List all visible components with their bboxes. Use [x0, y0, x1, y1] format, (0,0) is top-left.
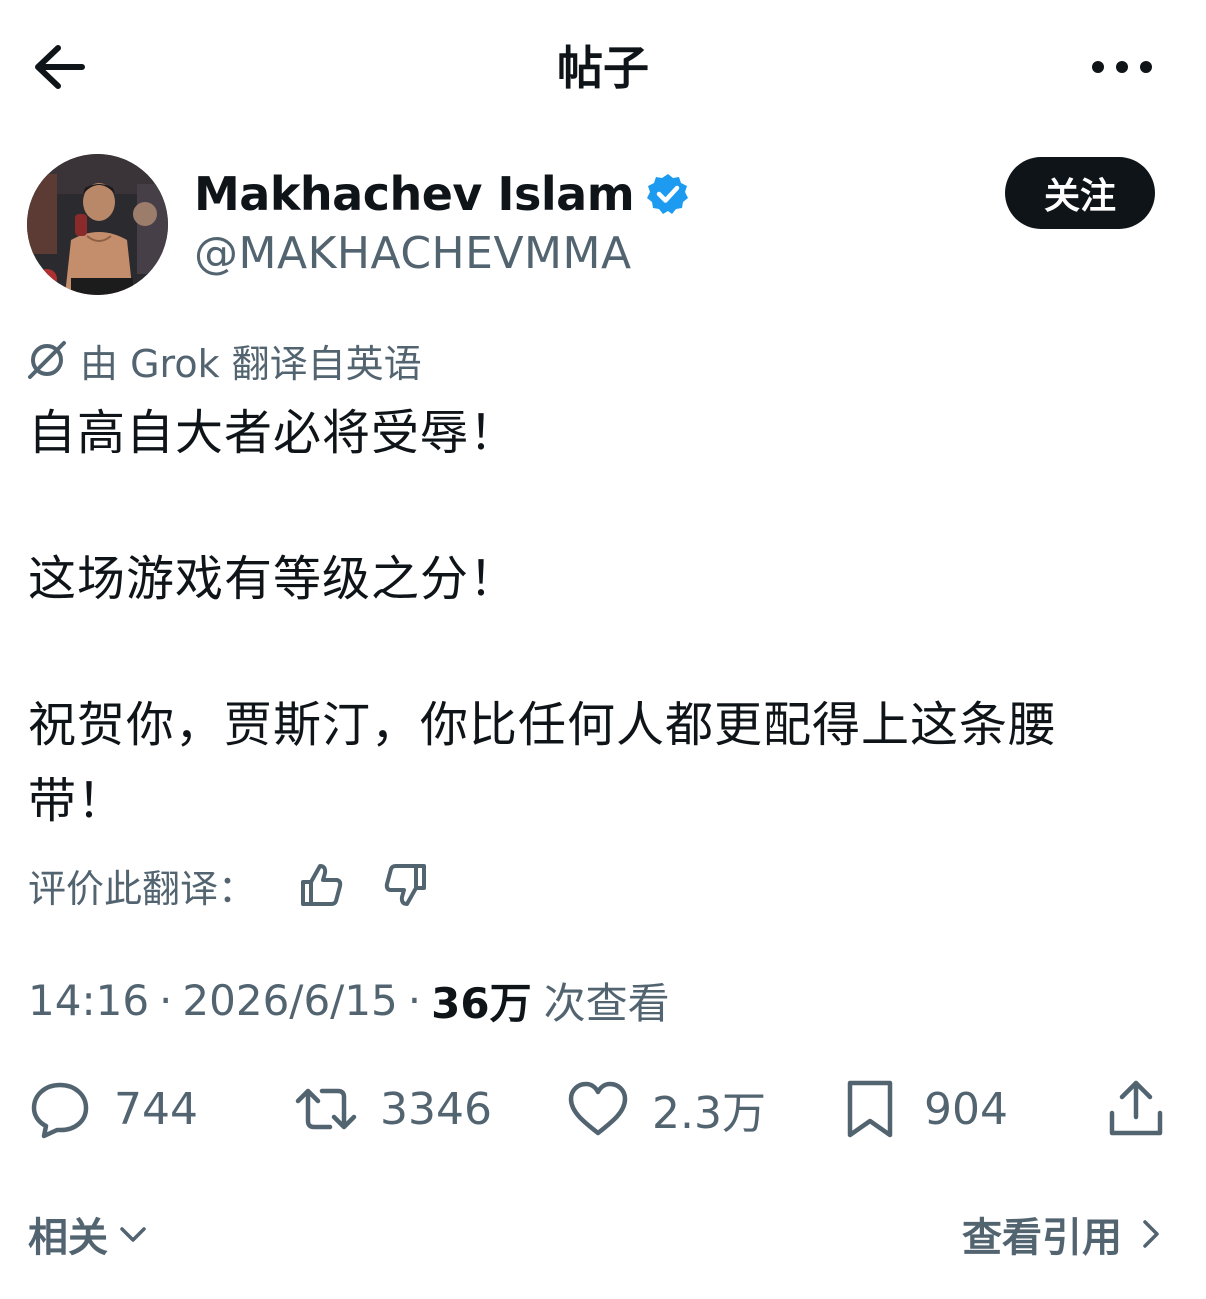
post-text-line-1: 自高自大者必将受辱！ — [28, 405, 519, 461]
like-count: 2.3万 — [652, 1088, 766, 1139]
share-button[interactable] — [1104, 1074, 1168, 1144]
author-handle[interactable]: @MAKHACHEVMMA — [194, 226, 632, 282]
repost-button[interactable]: 3346 — [294, 1074, 492, 1144]
views-label: 次查看 — [543, 978, 670, 1028]
like-button[interactable]: 2.3万 — [566, 1074, 766, 1144]
view-quotes-link[interactable]: 查看引用 — [962, 1206, 1168, 1262]
avatar-image — [27, 154, 168, 295]
rate-translation-label: 评价此翻译： — [28, 866, 257, 911]
views-count: 36万 — [431, 978, 532, 1028]
view-quotes-label: 查看引用 — [962, 1215, 1122, 1261]
translation-note-text: 由 Grok 翻译自英语 — [80, 341, 422, 386]
author-name-text: Makhachev Islam — [194, 167, 635, 221]
follow-button[interactable]: 关注 — [1005, 157, 1155, 229]
post-time: 14:16 — [28, 975, 150, 1025]
heart-icon — [568, 1081, 628, 1136]
share-icon — [1109, 1080, 1163, 1136]
post-meta: 14:16 · 2026/6/15 · 36万 次查看 — [28, 970, 670, 1030]
meta-separator: · — [407, 975, 422, 1025]
grok-icon — [28, 341, 66, 379]
post-text-line-3: 祝贺你，贾斯汀，你比任何人都更配得上这条腰 — [28, 697, 1058, 753]
thumbs-down-icon — [384, 864, 426, 906]
chevron-down-icon — [120, 1227, 146, 1242]
thumbs-down-button[interactable] — [381, 860, 431, 910]
more-dots-icon — [1092, 61, 1152, 73]
related-dropdown[interactable]: 相关 — [28, 1206, 150, 1262]
post-date: 2026/6/15 — [182, 975, 398, 1025]
repost-count: 3346 — [380, 1083, 492, 1135]
bookmark-count: 904 — [924, 1083, 1008, 1135]
avatar[interactable] — [27, 154, 168, 295]
verified-badge-icon — [647, 174, 689, 214]
bookmark-icon — [847, 1080, 893, 1138]
more-options-button[interactable] — [1080, 42, 1166, 92]
page-title: 帖子 — [557, 41, 649, 95]
post-text-line-2: 这场游戏有等级之分！ — [28, 551, 519, 607]
post-text-line-4: 带！ — [28, 773, 127, 829]
reply-icon — [31, 1082, 89, 1139]
chevron-right-icon — [1143, 1220, 1159, 1248]
meta-separator: · — [159, 975, 173, 1025]
thumbs-up-button[interactable] — [296, 860, 346, 910]
thumbs-up-icon — [301, 864, 343, 906]
translation-note[interactable]: 由 Grok 翻译自英语 — [26, 333, 422, 387]
reply-count: 744 — [114, 1083, 198, 1135]
repost-icon — [295, 1088, 357, 1130]
author-name[interactable]: Makhachev Islam — [194, 166, 690, 222]
reply-button[interactable]: 744 — [28, 1074, 198, 1144]
bookmark-button[interactable]: 904 — [838, 1074, 1008, 1144]
related-label: 相关 — [28, 1215, 108, 1261]
